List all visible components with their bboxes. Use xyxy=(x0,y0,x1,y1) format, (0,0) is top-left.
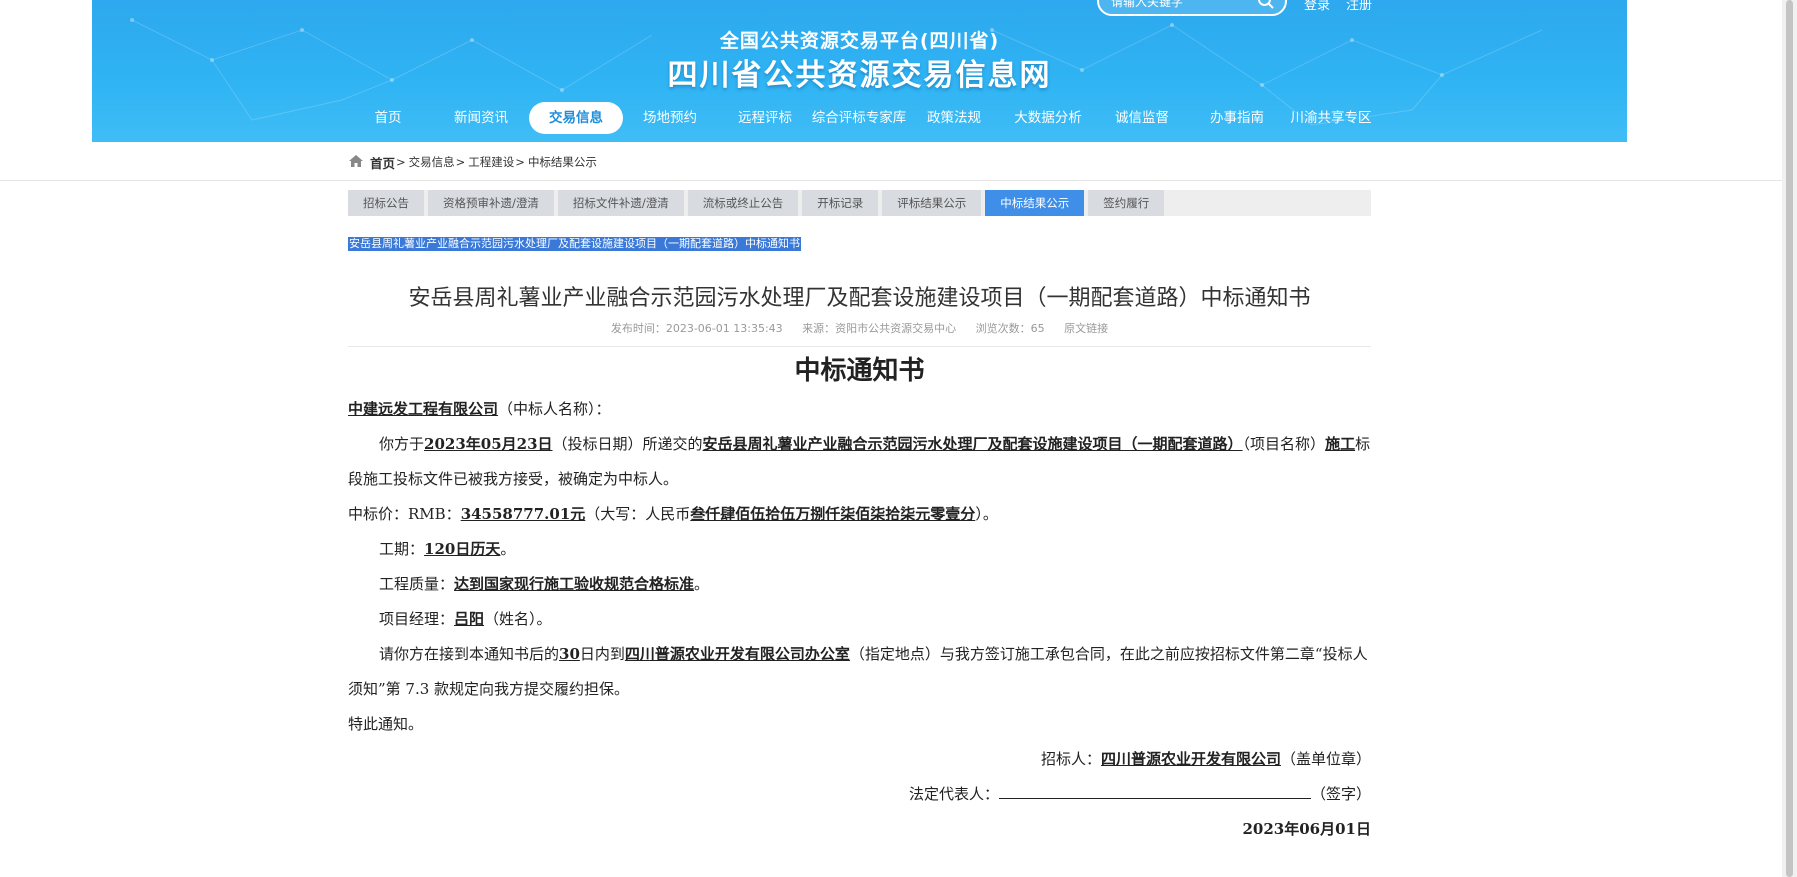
tab-evaluation-result[interactable]: 评标结果公示 xyxy=(882,190,982,216)
paragraph-period: 工期：120日历天。 xyxy=(348,532,1371,567)
site-header: 全国公共资源交易平台(四川省) 四川省公共资源交易信息网 登录 注册 首页 新闻… xyxy=(92,0,1627,142)
tenderer-name: 四川普源农业开发有限公司 xyxy=(1100,750,1281,768)
view-count: 浏览次数：65 xyxy=(975,322,1045,335)
nav-item-credit[interactable]: 诚信监督 xyxy=(1095,102,1189,134)
source: 来源：资阳市公共资源交易中心 xyxy=(802,322,957,335)
site-subtitle: 全国公共资源交易平台(四川省) xyxy=(719,30,1000,52)
breadcrumb-trade-info[interactable]: 交易信息 xyxy=(409,154,455,170)
bid-price-words: 叁仟肆佰伍拾伍万捌仟柒佰柒拾柒元零壹分 xyxy=(690,505,976,523)
price-label: 中标价：RMB： xyxy=(348,505,461,523)
original-link[interactable]: 原文链接 xyxy=(1064,322,1108,335)
paragraph-contract: 请你方在接到本通知书后的30日内到四川普源农业开发有限公司办公室（指定地点）与我… xyxy=(348,637,1371,707)
text-segment: （投标日期）所递交的 xyxy=(552,435,703,453)
contract-days: 30 xyxy=(559,645,580,663)
text-segment: （大写：人民币 xyxy=(585,505,691,523)
nav-item-chuanyu[interactable]: 川渝共享专区 xyxy=(1271,102,1392,134)
breadcrumb-engineering[interactable]: 工程建设 xyxy=(468,154,514,170)
contract-place: 四川普源农业开发有限公司办公室 xyxy=(624,645,850,663)
bid-date: 2023年05月23日 xyxy=(424,435,553,453)
text-segment: （项目名称） xyxy=(1242,435,1326,453)
winner-name: 中建远发工程有限公司 xyxy=(348,400,499,418)
representative-line: 法定代表人： （签字） xyxy=(348,777,1371,812)
scrollbar-thumb[interactable] xyxy=(1786,0,1793,877)
login-link[interactable]: 登录 xyxy=(1304,0,1330,13)
nav-item-venue-booking[interactable]: 场地预约 xyxy=(623,102,717,134)
award-notice-document: 中标通知书 中建远发工程有限公司（中标人名称）： 你方于2023年05月23日（… xyxy=(348,350,1371,847)
section-name: 施工 xyxy=(1325,435,1356,453)
search-input[interactable] xyxy=(1109,0,1253,11)
bid-price: 34558777.01元 xyxy=(460,505,586,523)
paragraph-quality: 工程质量：达到国家现行施工验收规范合格标准。 xyxy=(348,567,1371,602)
project-manager: 吕阳 xyxy=(454,610,485,628)
nav-item-trade-info[interactable]: 交易信息 xyxy=(529,102,623,134)
winner-suffix: （中标人名称）： xyxy=(498,400,611,418)
tab-tender-doc-addendum[interactable]: 招标文件补遗/澄清 xyxy=(557,190,684,216)
selected-title-text: 安岳县周礼薯业产业融合示范园污水处理厂及配套设施建设项目（一期配套道路）中标通知… xyxy=(348,237,801,251)
search-icon[interactable] xyxy=(1257,0,1275,14)
text-segment: ）。 xyxy=(975,505,998,523)
paragraph-manager: 项目经理：吕阳（姓名）。 xyxy=(348,602,1371,637)
quality-standard: 达到国家现行施工验收规范合格标准 xyxy=(454,575,695,593)
paragraph-price: 中标价：RMB：34558777.01元（大写：人民币叁仟肆佰伍拾伍万捌仟柒佰柒… xyxy=(348,497,1371,532)
breadcrumb-home[interactable]: 首页 xyxy=(370,153,395,172)
tab-bid-opening-record[interactable]: 开标记录 xyxy=(802,190,879,216)
notice-title: 安岳县周礼薯业产业融合示范园污水处理厂及配套设施建设项目（一期配套道路）中标通知… xyxy=(408,286,1311,311)
notice-meta: 发布时间：2023-06-01 13:35:43 来源：资阳市公共资源交易中心 … xyxy=(348,320,1371,336)
tab-tender-notice[interactable]: 招标公告 xyxy=(348,190,424,216)
text-segment: 请你方在接到本通知书后的 xyxy=(379,645,560,663)
text-segment: 。 xyxy=(500,540,516,558)
text-segment: （姓名）。 xyxy=(484,610,552,628)
nav-item-home[interactable]: 首页 xyxy=(355,102,422,134)
breadcrumb-separator: > xyxy=(396,155,406,169)
breadcrumb-current[interactable]: 中标结果公示 xyxy=(528,154,597,170)
search-box xyxy=(1097,0,1287,16)
tab-failed-terminated[interactable]: 流标或终止公告 xyxy=(687,190,799,216)
tab-contract-performance[interactable]: 签约履行 xyxy=(1088,190,1165,216)
content-divider xyxy=(348,346,1371,347)
tenderer-line: 招标人：四川普源农业开发有限公司（盖单位章） xyxy=(348,742,1371,777)
tab-award-result[interactable]: 中标结果公示 xyxy=(985,190,1085,216)
nav-item-big-data[interactable]: 大数据分析 xyxy=(994,102,1102,134)
tab-prequal-addendum[interactable]: 资格预审补遗/澄清 xyxy=(428,190,554,216)
construction-period: 120日历天 xyxy=(424,540,501,558)
paragraph-acceptance: 你方于2023年05月23日（投标日期）所递交的安岳县周礼薯业产业融合示范园污水… xyxy=(348,427,1371,497)
page-scrollbar[interactable] xyxy=(1782,0,1797,877)
tenderer-label: 招标人： xyxy=(1040,750,1101,768)
breadcrumb-divider xyxy=(0,180,1797,181)
closing-line: 特此通知。 xyxy=(348,715,424,733)
manager-label: 项目经理： xyxy=(379,610,455,628)
nav-item-policy[interactable]: 政策法规 xyxy=(907,102,1001,134)
nav-item-news[interactable]: 新闻资讯 xyxy=(434,102,528,134)
period-label: 工期： xyxy=(379,540,425,558)
breadcrumb-separator: > xyxy=(455,155,466,169)
register-link[interactable]: 注册 xyxy=(1346,0,1372,13)
breadcrumb-separator: > xyxy=(515,155,525,169)
home-icon xyxy=(348,154,364,171)
quality-label: 工程质量： xyxy=(379,575,455,593)
text-segment: 日内到 xyxy=(579,645,625,663)
site-title: 四川省公共资源交易信息网 xyxy=(667,58,1052,93)
project-name: 安岳县周礼薯业产业融合示范园污水处理厂及配套设施建设项目（一期配套道路） xyxy=(702,435,1243,453)
text-segment: （盖单位章） xyxy=(1280,750,1371,768)
document-heading: 中标通知书 xyxy=(794,356,925,386)
breadcrumb: 首页 > 交易信息 > 工程建设 > 中标结果公示 xyxy=(348,153,597,172)
signature-line xyxy=(998,778,1311,799)
main-nav: 首页 新闻资讯 交易信息 场地预约 远程评标 综合评标专家库 政策法规 大数据分… xyxy=(92,102,1627,134)
text-segment: 你方于 xyxy=(379,435,425,453)
representative-label: 法定代表人： xyxy=(908,785,999,803)
publish-time: 发布时间：2023-06-01 13:35:43 xyxy=(610,322,783,335)
text-segment: 。 xyxy=(694,575,710,593)
category-tabs: 招标公告 资格预审补遗/澄清 招标文件补遗/澄清 流标或终止公告 开标记录 评标… xyxy=(348,190,1371,216)
document-date: 2023年06月01日 xyxy=(1242,820,1372,838)
text-segment: （签字） xyxy=(1310,785,1371,803)
addressee-line: 中建远发工程有限公司（中标人名称）： xyxy=(348,392,1371,427)
